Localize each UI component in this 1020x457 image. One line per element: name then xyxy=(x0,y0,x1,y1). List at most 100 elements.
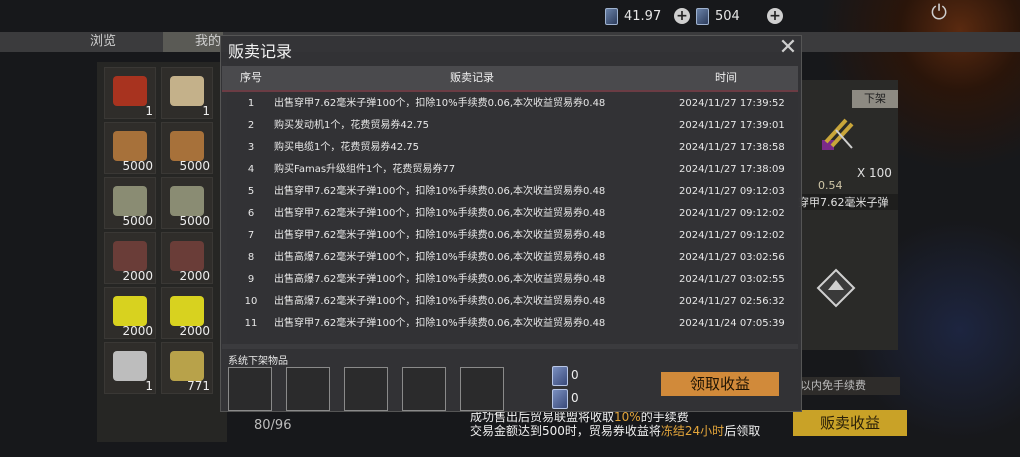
detail-price: 0.54 xyxy=(818,179,843,192)
map-icon xyxy=(170,76,204,106)
up-arrow-diamond-icon[interactable] xyxy=(816,268,856,308)
add-currency-a-button[interactable]: + xyxy=(674,8,690,24)
sulfur-icon xyxy=(113,296,147,326)
column-record: 贩卖记录 xyxy=(450,71,494,84)
inventory-slot[interactable]: 2000 xyxy=(104,287,156,339)
row-index: 3 xyxy=(247,142,255,153)
inventory-slot[interactable]: 5000 xyxy=(104,177,156,229)
row-record: 出售高爆7.62毫米子弹100个，扣除10%手续费0.06,本次收益贸易券0.4… xyxy=(274,296,606,307)
unlisted-slot[interactable] xyxy=(344,367,388,411)
powder-icon xyxy=(170,351,204,381)
inventory-quantity: 771 xyxy=(187,379,210,393)
tab-browse[interactable]: 浏览 xyxy=(90,32,116,52)
unlisted-slot[interactable] xyxy=(402,367,446,411)
row-time: 2024/11/27 02:56:32 xyxy=(679,296,785,307)
fee-info-line1-suffix: 的手续费 xyxy=(640,410,689,424)
currency-a: 41.97 xyxy=(605,6,661,26)
inventory-slot[interactable]: 2000 xyxy=(104,232,156,284)
logs-icon xyxy=(113,131,147,161)
table-row: 6 出售穿甲7.62毫米子弹100个，扣除10%手续费0.06,本次收益贸易券0.… xyxy=(222,203,798,225)
inventory-slot[interactable]: 5000 xyxy=(161,177,213,229)
row-record: 购买电缆1个，花费贸易券42.75 xyxy=(274,142,419,153)
inventory-slot[interactable]: 2000 xyxy=(161,287,213,339)
trade-ticket-icon xyxy=(605,7,618,25)
fee-note: 以内免手续费 xyxy=(800,377,900,395)
sell-income-button[interactable]: 贩卖收益 xyxy=(793,410,907,436)
unlisted-slot[interactable] xyxy=(286,367,330,411)
row-time: 2024/11/27 09:12:03 xyxy=(679,186,785,197)
bucket-icon xyxy=(113,351,147,381)
inventory-quantity: 5000 xyxy=(122,214,153,228)
fee-info-line2-prefix: 交易金额达到500时，贸易券收益将 xyxy=(470,424,661,438)
inventory-capacity: 80/96 xyxy=(254,418,292,433)
row-record: 出售穿甲7.62毫米子弹100个，扣除10%手续费0.06,本次收益贸易券0.4… xyxy=(274,186,606,197)
stone-icon xyxy=(170,186,204,216)
section-divider xyxy=(222,344,798,349)
unlisted-slot[interactable] xyxy=(228,367,272,411)
card-icon xyxy=(696,7,709,25)
logs-icon xyxy=(170,131,204,161)
inventory-quantity: 1 xyxy=(145,104,153,118)
inventory-slot[interactable]: 1 xyxy=(161,67,213,119)
row-record: 出售穿甲7.62毫米子弹100个，扣除10%手续费0.06,本次收益贸易券0.4… xyxy=(274,98,606,109)
currency-b-value: 504 xyxy=(715,8,740,24)
backpack-icon xyxy=(113,76,147,106)
column-time: 时间 xyxy=(715,71,737,84)
ticket-count-a: 0 xyxy=(571,368,579,382)
detail-quantity: X 100 xyxy=(857,166,892,180)
inventory-slot[interactable]: 5000 xyxy=(104,122,156,174)
row-time: 2024/11/27 09:12:02 xyxy=(679,208,785,219)
dialog-title: 贩卖记录 xyxy=(228,42,293,61)
sulfur-icon xyxy=(170,296,204,326)
row-index: 2 xyxy=(247,120,255,131)
inventory-slot[interactable]: 1 xyxy=(104,67,156,119)
power-icon[interactable]: ⏻ xyxy=(925,0,953,26)
row-time: 2024/11/27 17:38:09 xyxy=(679,164,785,175)
ingot-icon xyxy=(170,241,204,271)
table-row: 1 出售穿甲7.62毫米子弹100个，扣除10%手续费0.06,本次收益贸易券0.… xyxy=(222,93,798,115)
fee-info: 成功售出后贸易联盟将收取10%的手续费 交易金额达到500时，贸易券收益将冻结2… xyxy=(470,410,760,438)
row-record: 购买发动机1个，花费贸易券42.75 xyxy=(274,120,429,131)
row-record: 出售穿甲7.62毫米子弹100个，扣除10%手续费0.06,本次收益贸易券0.4… xyxy=(274,230,606,241)
row-time: 2024/11/27 17:39:52 xyxy=(679,98,785,109)
inventory-slot[interactable]: 5000 xyxy=(161,122,213,174)
row-record: 出售高爆7.62毫米子弹100个，扣除10%手续费0.06,本次收益贸易券0.4… xyxy=(274,252,606,263)
tab-mine[interactable]: 我的 xyxy=(195,32,221,52)
inventory-slot[interactable]: 2000 xyxy=(161,232,213,284)
inventory-slot[interactable]: 1 xyxy=(104,342,156,394)
unlist-button[interactable]: 下架 xyxy=(852,90,898,108)
row-time: 2024/11/27 09:12:02 xyxy=(679,230,785,241)
table-row: 2 购买发动机1个，花费贸易券42.75 2024/11/27 17:39:01 xyxy=(222,115,798,137)
claim-income-button[interactable]: 领取收益 xyxy=(661,372,779,396)
row-time: 2024/11/27 17:38:58 xyxy=(679,142,785,153)
fee-info-line1-prefix: 成功售出后贸易联盟将收取 xyxy=(470,410,615,424)
inventory-slot[interactable]: 771 xyxy=(161,342,213,394)
table-row: 9 出售高爆7.62毫米子弹100个，扣除10%手续费0.06,本次收益贸易券0.… xyxy=(222,269,798,291)
row-record: 出售高爆7.62毫米子弹100个，扣除10%手续费0.06,本次收益贸易券0.4… xyxy=(274,274,606,285)
table-row: 4 购买Famas升级组件1个，花费贸易券77 2024/11/27 17:38:0… xyxy=(222,159,798,181)
fee-percent: 10% xyxy=(614,410,641,424)
inventory-quantity: 1 xyxy=(145,379,153,393)
add-currency-b-button[interactable]: + xyxy=(767,8,783,24)
inventory-quantity: 2000 xyxy=(122,269,153,283)
inventory-quantity: 1 xyxy=(202,104,210,118)
row-time: 2024/11/27 17:39:01 xyxy=(679,120,785,131)
table-row: 3 购买电缆1个，花费贸易券42.75 2024/11/27 17:38:58 xyxy=(222,137,798,159)
currency-b: 504 xyxy=(696,6,740,26)
table-row: 10 出售高爆7.62毫米子弹100个，扣除10%手续费0.06,本次收益贸易券0… xyxy=(222,291,798,313)
inventory-quantity: 5000 xyxy=(179,214,210,228)
table-row: 5 出售穿甲7.62毫米子弹100个，扣除10%手续费0.06,本次收益贸易券0.… xyxy=(222,181,798,203)
inventory-quantity: 5000 xyxy=(179,159,210,173)
top-bar: 41.97 + 504 + ⏻ xyxy=(0,0,1020,32)
row-time: 2024/11/27 03:02:56 xyxy=(679,252,785,263)
unlisted-slot[interactable] xyxy=(460,367,504,411)
ammo-icon xyxy=(812,112,862,162)
record-list[interactable]: 1 出售穿甲7.62毫米子弹100个，扣除10%手续费0.06,本次收益贸易券0.… xyxy=(222,93,798,343)
system-unlisted-label: 系统下架物品 xyxy=(228,356,288,367)
ticket-count-b: 0 xyxy=(571,391,579,405)
row-time: 2024/11/24 07:05:39 xyxy=(679,318,785,329)
freeze-duration: 冻结24小时 xyxy=(660,424,725,438)
row-index: 5 xyxy=(247,186,255,197)
row-record: 出售穿甲7.62毫米子弹100个，扣除10%手续费0.06,本次收益贸易券0.4… xyxy=(274,208,606,219)
close-icon[interactable]: ✕ xyxy=(777,37,799,59)
